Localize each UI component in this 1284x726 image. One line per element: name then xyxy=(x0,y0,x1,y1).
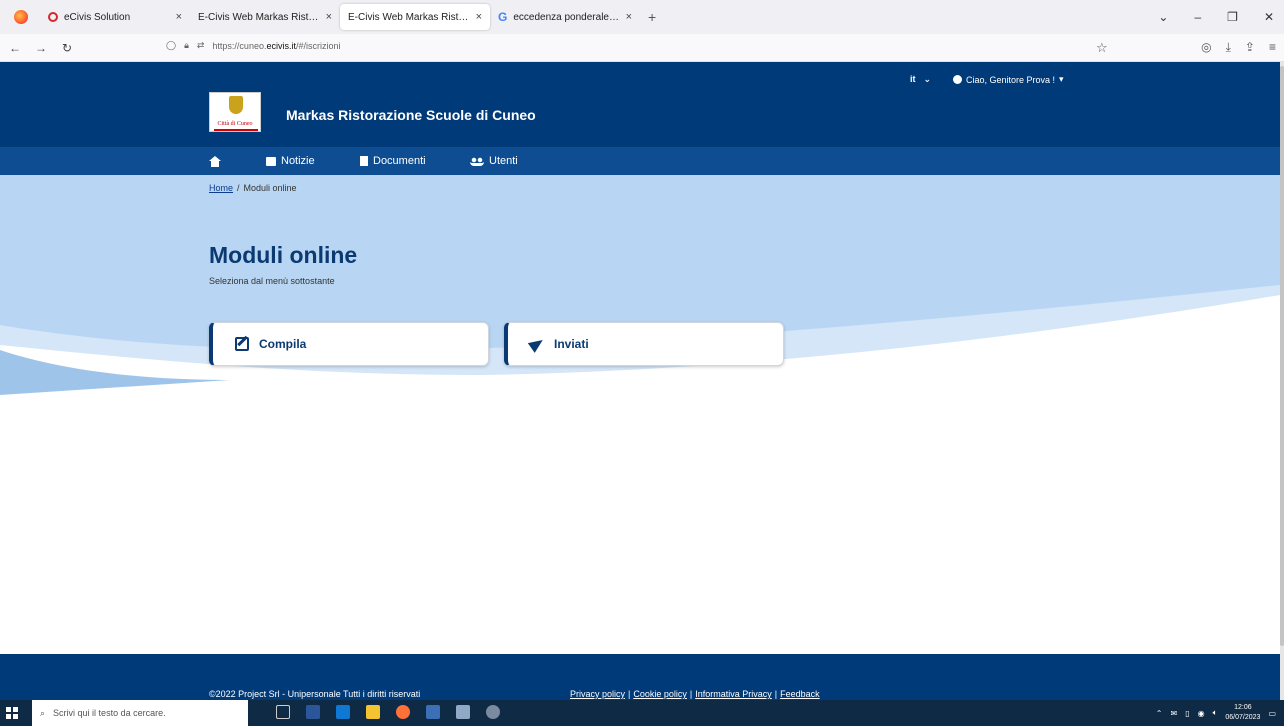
logo-caption: Città di Cuneo xyxy=(217,121,253,127)
restore-icon[interactable]: ❐ xyxy=(1227,10,1238,24)
file-explorer-icon[interactable] xyxy=(366,705,380,719)
newspaper-icon xyxy=(266,156,276,166)
system-tray: ⌃ ✉ ▯ ◉ 🔈︎ 12:06 06/07/2023 ▭ xyxy=(1156,703,1276,723)
firefox-icon[interactable] xyxy=(14,10,28,24)
breadcrumb: Home / Moduli online xyxy=(209,183,297,193)
browser-tab-bar: eCivis Solution × E-Civis Web Markas Ris… xyxy=(0,0,1284,34)
feedback-link[interactable]: Feedback xyxy=(780,689,820,699)
windows-start-icon[interactable] xyxy=(6,707,18,719)
menu-notizie[interactable]: Notizie xyxy=(266,147,315,175)
home-icon xyxy=(209,155,221,167)
close-icon[interactable]: × xyxy=(476,11,482,23)
volume-icon[interactable]: 🔈︎ xyxy=(1213,708,1218,718)
menu-documenti[interactable]: Documenti xyxy=(360,147,426,175)
caret-down-icon: ▾ xyxy=(1059,74,1064,84)
bookmark-star-icon[interactable]: ☆ xyxy=(1096,40,1108,56)
breadcrumb-current: Moduli online xyxy=(243,183,297,193)
inviati-button[interactable]: Inviati xyxy=(504,322,784,366)
forward-icon[interactable]: → xyxy=(30,41,52,55)
minimize-icon[interactable]: – xyxy=(1194,10,1201,24)
menu-utenti[interactable]: Utenti xyxy=(470,147,518,175)
user-menu[interactable]: Ciao, Genitore Prova ! ▾ xyxy=(953,74,1064,85)
site-title: Markas Ristorazione Scuole di Cuneo xyxy=(286,107,536,123)
download-icon[interactable]: ⤓ xyxy=(1226,40,1231,55)
footer-links: Privacy policy | Cookie policy | Informa… xyxy=(570,689,820,699)
app-icon-2[interactable] xyxy=(456,705,470,719)
search-icon: ⌕ xyxy=(40,707,46,718)
lock-icon: 🔒︎ xyxy=(184,40,189,50)
window-controls: ⌄ – ❐ ✕ xyxy=(1158,0,1284,34)
close-icon[interactable]: × xyxy=(626,11,632,23)
main-menu: Notizie Documenti Utenti xyxy=(0,147,1280,175)
task-view-icon[interactable] xyxy=(276,705,290,719)
informativa-privacy-link[interactable]: Informativa Privacy xyxy=(695,689,772,699)
web-page: Città di Cuneo Markas Ristorazione Scuol… xyxy=(0,62,1280,700)
cookie-policy-link[interactable]: Cookie policy xyxy=(633,689,687,699)
ecivis-favicon-icon xyxy=(48,12,58,22)
browser-tab-markas-active[interactable]: E-Civis Web Markas Ristorazione Scuole d… xyxy=(340,4,490,30)
word-icon[interactable] xyxy=(306,705,320,719)
page-title: Moduli online xyxy=(209,242,358,268)
close-icon[interactable]: × xyxy=(176,11,182,23)
url-text: https://cuneo.ecivis.it/#/iscrizioni xyxy=(212,40,341,51)
page-scrollbar[interactable] xyxy=(1280,62,1284,700)
toolbar-icons: ◎ ⤓ ⇪ ≡ xyxy=(1201,40,1276,55)
notifications-icon[interactable]: ▭ xyxy=(1268,709,1276,718)
copyright-text: ©2022 Project Srl - Unipersonale Tutti i… xyxy=(209,689,421,699)
shield-icon: ◯ xyxy=(166,40,177,50)
pocket-icon[interactable]: ◎ xyxy=(1201,40,1211,55)
chevron-down-icon: ⌄ xyxy=(923,74,932,84)
firefox-taskbar-icon[interactable] xyxy=(396,705,410,719)
user-circle-icon xyxy=(953,75,962,84)
site-header: Città di Cuneo Markas Ristorazione Scuol… xyxy=(0,62,1280,147)
menu-icon[interactable]: ≡ xyxy=(1269,40,1276,55)
new-tab-icon[interactable]: + xyxy=(640,9,664,25)
outlook-icon[interactable] xyxy=(336,705,350,719)
close-icon[interactable]: × xyxy=(326,11,332,23)
edit-icon xyxy=(235,337,249,351)
paper-plane-icon xyxy=(527,335,547,353)
back-icon[interactable]: ← xyxy=(4,41,26,55)
compila-button[interactable]: Compila xyxy=(209,322,489,366)
reload-icon[interactable]: ↻ xyxy=(56,41,78,55)
taskbar-apps xyxy=(276,705,500,719)
permissions-icon: ⇄ xyxy=(196,40,205,50)
city-logo[interactable]: Città di Cuneo xyxy=(209,92,261,132)
breadcrumb-home-link[interactable]: Home xyxy=(209,183,233,193)
users-icon xyxy=(470,156,484,166)
taskbar-search[interactable]: ⌕ Scrivi qui il testo da cercare. xyxy=(32,700,248,726)
app-icon[interactable] xyxy=(426,705,440,719)
browser-tab-google[interactable]: G eccedenza ponderale - Cerca con Google… xyxy=(490,4,640,30)
menu-home[interactable] xyxy=(209,147,221,175)
document-icon xyxy=(360,156,368,166)
browser-tab-markas-1[interactable]: E-Civis Web Markas Ristorazione Scuole d… xyxy=(190,4,340,30)
privacy-policy-link[interactable]: Privacy policy xyxy=(570,689,625,699)
close-window-icon[interactable]: ✕ xyxy=(1264,10,1274,24)
browser-nav-bar: ← → ↻ ◯ 🔒︎ ⇄ https://cuneo.ecivis.it/#/i… xyxy=(0,34,1284,62)
mail-icon[interactable]: ✉ xyxy=(1170,709,1177,718)
windows-taskbar: ⌕ Scrivi qui il testo da cercare. ⌃ ✉ ▯ … xyxy=(0,700,1284,726)
share-icon[interactable]: ⇪ xyxy=(1245,40,1255,55)
address-bar[interactable]: ◯ 🔒︎ ⇄ https://cuneo.ecivis.it/#/iscrizi… xyxy=(166,40,341,51)
network-icon[interactable]: ◉ xyxy=(1198,709,1205,718)
list-tabs-icon[interactable]: ⌄ xyxy=(1158,10,1168,24)
battery-icon[interactable]: ▯ xyxy=(1185,709,1189,718)
taskbar-clock[interactable]: 12:06 06/07/2023 xyxy=(1225,703,1260,723)
language-selector[interactable]: it ⌄ xyxy=(910,74,931,85)
paint-icon[interactable] xyxy=(486,705,500,719)
site-footer: ©2022 Project Srl - Unipersonale Tutti i… xyxy=(0,654,1280,700)
google-favicon-icon: G xyxy=(498,10,508,24)
chevron-up-icon[interactable]: ⌃ xyxy=(1156,709,1163,718)
page-subtitle: Seleziona dal menù sottostante xyxy=(209,276,335,286)
coat-of-arms-icon xyxy=(229,96,243,114)
browser-tab-ecivis-solution[interactable]: eCivis Solution × xyxy=(40,4,190,30)
